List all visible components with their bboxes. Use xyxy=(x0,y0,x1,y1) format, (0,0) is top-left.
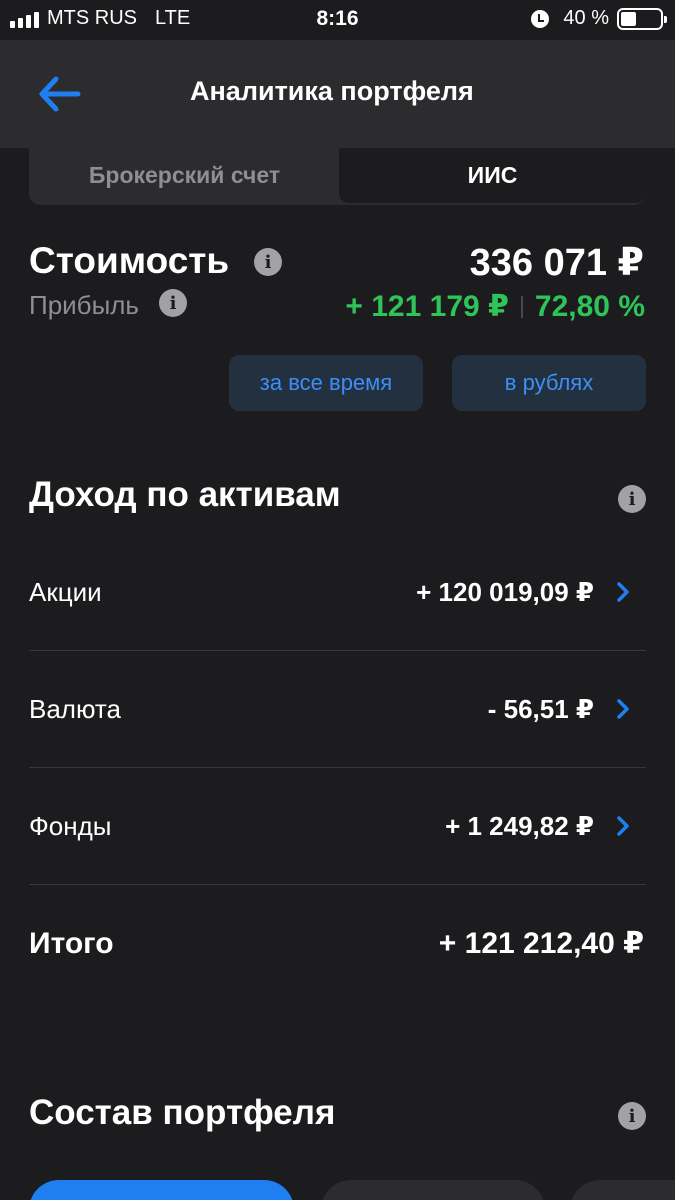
total-row: Итого + 121 212,40 ₽ xyxy=(29,885,646,1002)
total-amount: + 121 212,40 ₽ xyxy=(438,927,644,960)
asset-amount: + 120 019,09 ₽ xyxy=(416,577,594,607)
chevron-right-icon xyxy=(617,816,629,836)
currency-filter-button[interactable]: в рублях xyxy=(452,355,646,411)
tab-iis[interactable]: ИИС xyxy=(339,148,646,203)
status-right: 40 % xyxy=(531,7,667,30)
profit-separator xyxy=(520,295,523,318)
battery-fill xyxy=(621,11,637,26)
asset-amount: - 56,51 ₽ xyxy=(487,694,594,724)
chevron-right-icon xyxy=(617,699,629,719)
value-label: Стоимость xyxy=(29,240,230,281)
portfolio-value: 336 071 ₽ xyxy=(469,242,644,284)
composition-filter-pill[interactable] xyxy=(29,1180,294,1200)
composition-filter-pill[interactable] xyxy=(321,1180,545,1200)
profit-percent: 72,80 % xyxy=(534,289,645,323)
info-icon[interactable]: i xyxy=(254,248,282,276)
status-bar: MTS RUS LTE 8:16 40 % xyxy=(0,0,675,40)
battery-icon xyxy=(617,7,667,30)
alarm-icon xyxy=(531,9,550,28)
composition-filter-pill[interactable] xyxy=(570,1180,675,1200)
composition-section-title: Состав портфеля xyxy=(29,1093,336,1132)
nav-bar: Аналитика портфеля xyxy=(0,40,675,148)
profit-label: Прибыль xyxy=(29,290,139,320)
asset-row-currency[interactable]: Валюта - 56,51 ₽ xyxy=(29,651,646,768)
battery-percent: 40 % xyxy=(563,7,609,29)
profit-values: + 121 179 ₽ 72,80 % xyxy=(345,289,645,324)
arrow-left-icon xyxy=(39,76,81,112)
period-filter-button[interactable]: за все время xyxy=(229,355,423,411)
info-icon[interactable]: i xyxy=(618,485,646,513)
asset-row-stocks[interactable]: Акции + 120 019,09 ₽ xyxy=(29,534,646,651)
info-icon[interactable]: i xyxy=(618,1102,646,1130)
profit-amount: + 121 179 ₽ xyxy=(345,290,509,323)
page-title: Аналитика портфеля xyxy=(190,76,474,106)
asset-name: Фонды xyxy=(29,811,112,841)
info-icon[interactable]: i xyxy=(159,289,187,317)
income-section-title: Доход по активам xyxy=(29,475,341,514)
asset-amount: + 1 249,82 ₽ xyxy=(445,811,594,841)
account-segmented-control: Брокерский счет ИИС xyxy=(29,148,646,205)
tab-broker-account[interactable]: Брокерский счет xyxy=(31,148,338,203)
chevron-right-icon xyxy=(617,582,629,602)
total-label: Итого xyxy=(29,926,114,960)
portfolio-analytics-screen: MTS RUS LTE 8:16 40 % Аналитика портфеля… xyxy=(0,0,675,1200)
asset-name: Валюта xyxy=(29,694,121,724)
back-button[interactable] xyxy=(34,70,86,118)
asset-name: Акции xyxy=(29,577,102,607)
asset-row-funds[interactable]: Фонды + 1 249,82 ₽ xyxy=(29,768,646,885)
